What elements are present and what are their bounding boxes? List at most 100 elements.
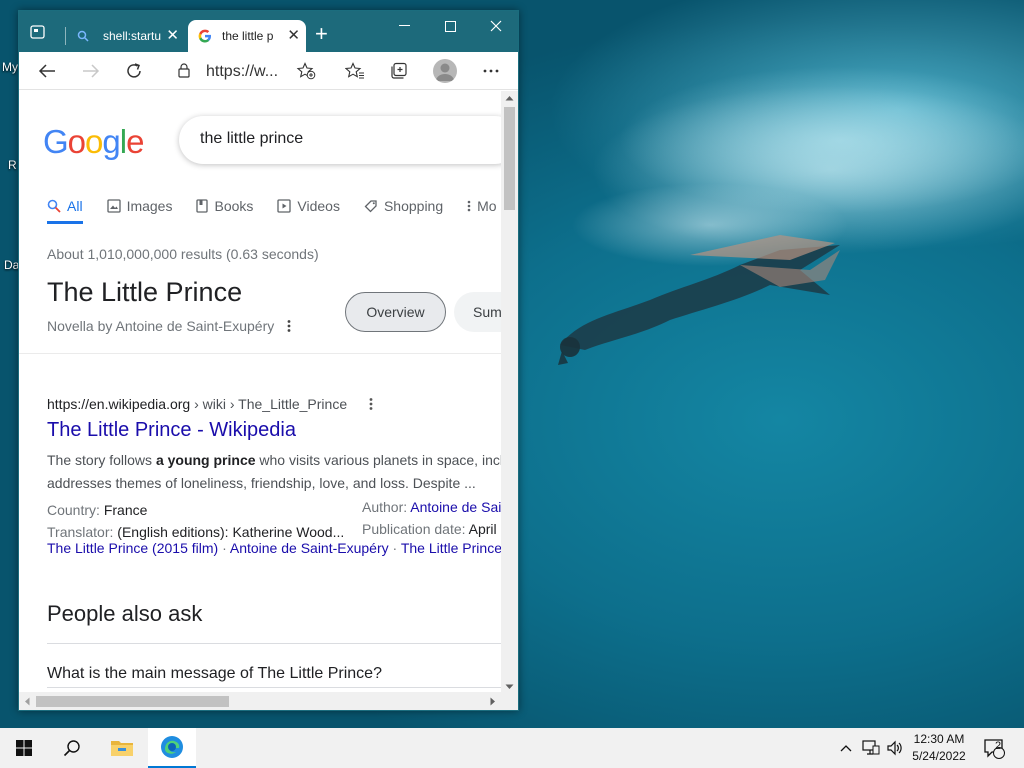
fact-label: Publication date: [362, 521, 469, 537]
close-icon[interactable]: ✕ [166, 28, 179, 43]
search-icon [47, 199, 61, 213]
vertical-scrollbar[interactable] [501, 91, 518, 694]
result-title-link[interactable]: The Little Prince - Wikipedia [47, 419, 296, 442]
address-bar[interactable]: https://w... [162, 56, 324, 86]
scroll-left-icon[interactable] [24, 697, 30, 706]
search-input[interactable]: the little prince [179, 116, 502, 164]
tag-icon [364, 200, 377, 213]
tab-videos[interactable]: Videos [277, 191, 340, 221]
diver-image [558, 235, 840, 365]
knowledge-panel-title: The Little Prince [47, 277, 243, 307]
search-query[interactable]: the little prince [200, 130, 303, 148]
more-vert-icon[interactable] [287, 319, 291, 338]
tab-books[interactable]: Books [196, 191, 253, 221]
fact-label: Author: [362, 499, 411, 515]
edge-button[interactable] [148, 728, 196, 768]
clock[interactable]: 12:30 AM 5/24/2022 [910, 731, 968, 765]
paa-question[interactable]: What is the main message of The Little P… [47, 665, 382, 683]
more-vert-icon[interactable] [369, 397, 373, 416]
fact-label: Translator: [47, 524, 118, 540]
volume-icon[interactable] [884, 728, 906, 768]
video-icon [277, 199, 292, 213]
edge-icon [161, 736, 183, 758]
clock-date: 5/24/2022 [912, 749, 966, 763]
result-stats: About 1,010,000,000 results (0.63 second… [47, 246, 319, 262]
people-also-ask-heading: People also ask [47, 601, 203, 626]
tab-shopping[interactable]: Shopping [364, 191, 443, 221]
fact-label: Country: [47, 502, 104, 518]
fact-value: France [103, 502, 148, 518]
network-icon[interactable] [860, 728, 882, 768]
browser-toolbar: https://w... [19, 52, 518, 90]
scroll-thumb[interactable] [504, 107, 515, 210]
desktop-icon-label[interactable]: R [8, 158, 17, 172]
windows-icon [16, 740, 32, 756]
desktop-icon-label[interactable]: My [2, 60, 18, 74]
add-favorite-icon[interactable] [296, 62, 316, 85]
scroll-down-icon[interactable] [505, 684, 514, 690]
fact-author: Author: Antoine de Sai [362, 499, 501, 515]
start-button[interactable] [0, 728, 48, 768]
file-explorer-button[interactable] [98, 728, 146, 768]
overview-chip[interactable]: Overview [345, 292, 446, 332]
search-button[interactable] [48, 728, 96, 768]
favorites-icon[interactable] [340, 57, 370, 85]
google-logo[interactable]: Google [43, 123, 144, 161]
tab-all[interactable]: All [47, 191, 83, 224]
scroll-right-icon[interactable] [490, 697, 496, 706]
snippet-text: who visits various planets in space, inc… [255, 452, 502, 468]
collections-icon[interactable] [384, 57, 414, 85]
fact-pubdate: Publication date: April [362, 521, 497, 537]
new-tab-button[interactable]: + [315, 23, 328, 45]
tab-label: Shopping [383, 198, 444, 214]
maximize-button[interactable] [427, 11, 473, 41]
divider [19, 353, 502, 354]
tab-label: All [67, 198, 83, 214]
tab-images[interactable]: Images [106, 191, 173, 221]
tab-google-search[interactable]: the little p ✕ [188, 20, 306, 52]
fact-value: April [468, 521, 497, 537]
tab-title: shell:startu [103, 29, 161, 43]
tab-label: Mo [477, 198, 497, 214]
tab-label: Books [214, 198, 254, 214]
result-snippet: The story follows a young prince who vis… [47, 449, 502, 495]
divider [47, 687, 502, 688]
sitelink[interactable]: The Little Prince (2015 film) [47, 540, 218, 556]
sitelink-separator: · [218, 540, 230, 556]
notification-count: 2 [994, 740, 1002, 752]
minimize-button[interactable] [381, 11, 427, 41]
browser-window: shell:startu ✕ the little p ✕ + https://… [18, 10, 519, 711]
tab-title: the little p [222, 29, 274, 43]
tab-label: Images [126, 198, 173, 214]
close-icon[interactable]: ✕ [287, 28, 300, 43]
horizontal-scrollbar[interactable] [19, 692, 518, 710]
tab-shell-startup[interactable]: shell:startu ✕ [65, 20, 185, 52]
sitelinks: The Little Prince (2015 film) · Antoine … [47, 540, 502, 556]
title-bar: shell:startu ✕ the little p ✕ + [19, 11, 518, 52]
image-icon [106, 199, 121, 213]
lock-icon[interactable] [178, 63, 190, 83]
folder-icon [111, 741, 133, 756]
book-icon [196, 199, 209, 213]
summary-chip[interactable]: Sum [454, 292, 502, 332]
snippet-text: addresses themes of loneliness, friendsh… [47, 475, 476, 491]
tab-actions-icon[interactable] [29, 23, 47, 41]
back-button[interactable] [32, 57, 62, 85]
address-text: https://w... [206, 63, 279, 80]
forward-button[interactable] [76, 57, 106, 85]
scroll-up-icon[interactable] [505, 95, 514, 101]
more-menu-icon[interactable] [476, 57, 506, 85]
profile-avatar[interactable] [433, 59, 457, 83]
tab-more[interactable]: Mo [467, 191, 497, 221]
fact-link[interactable]: Antoine de Sai [410, 499, 501, 515]
result-url[interactable]: https://en.wikipedia.org › wiki › The_Li… [47, 396, 347, 412]
refresh-button[interactable] [119, 57, 149, 85]
result-host: https://en.wikipedia.org [47, 396, 191, 412]
google-results-page: Google the little prince All Images Book… [19, 91, 502, 694]
scroll-thumb[interactable] [36, 696, 229, 707]
close-window-button[interactable] [473, 11, 518, 41]
chevron-up-icon[interactable] [836, 728, 856, 768]
notifications-button[interactable]: 2 [976, 728, 1012, 768]
sitelink[interactable]: The Little Prince [401, 540, 502, 556]
sitelink[interactable]: Antoine de Saint-Exupéry [230, 540, 389, 556]
